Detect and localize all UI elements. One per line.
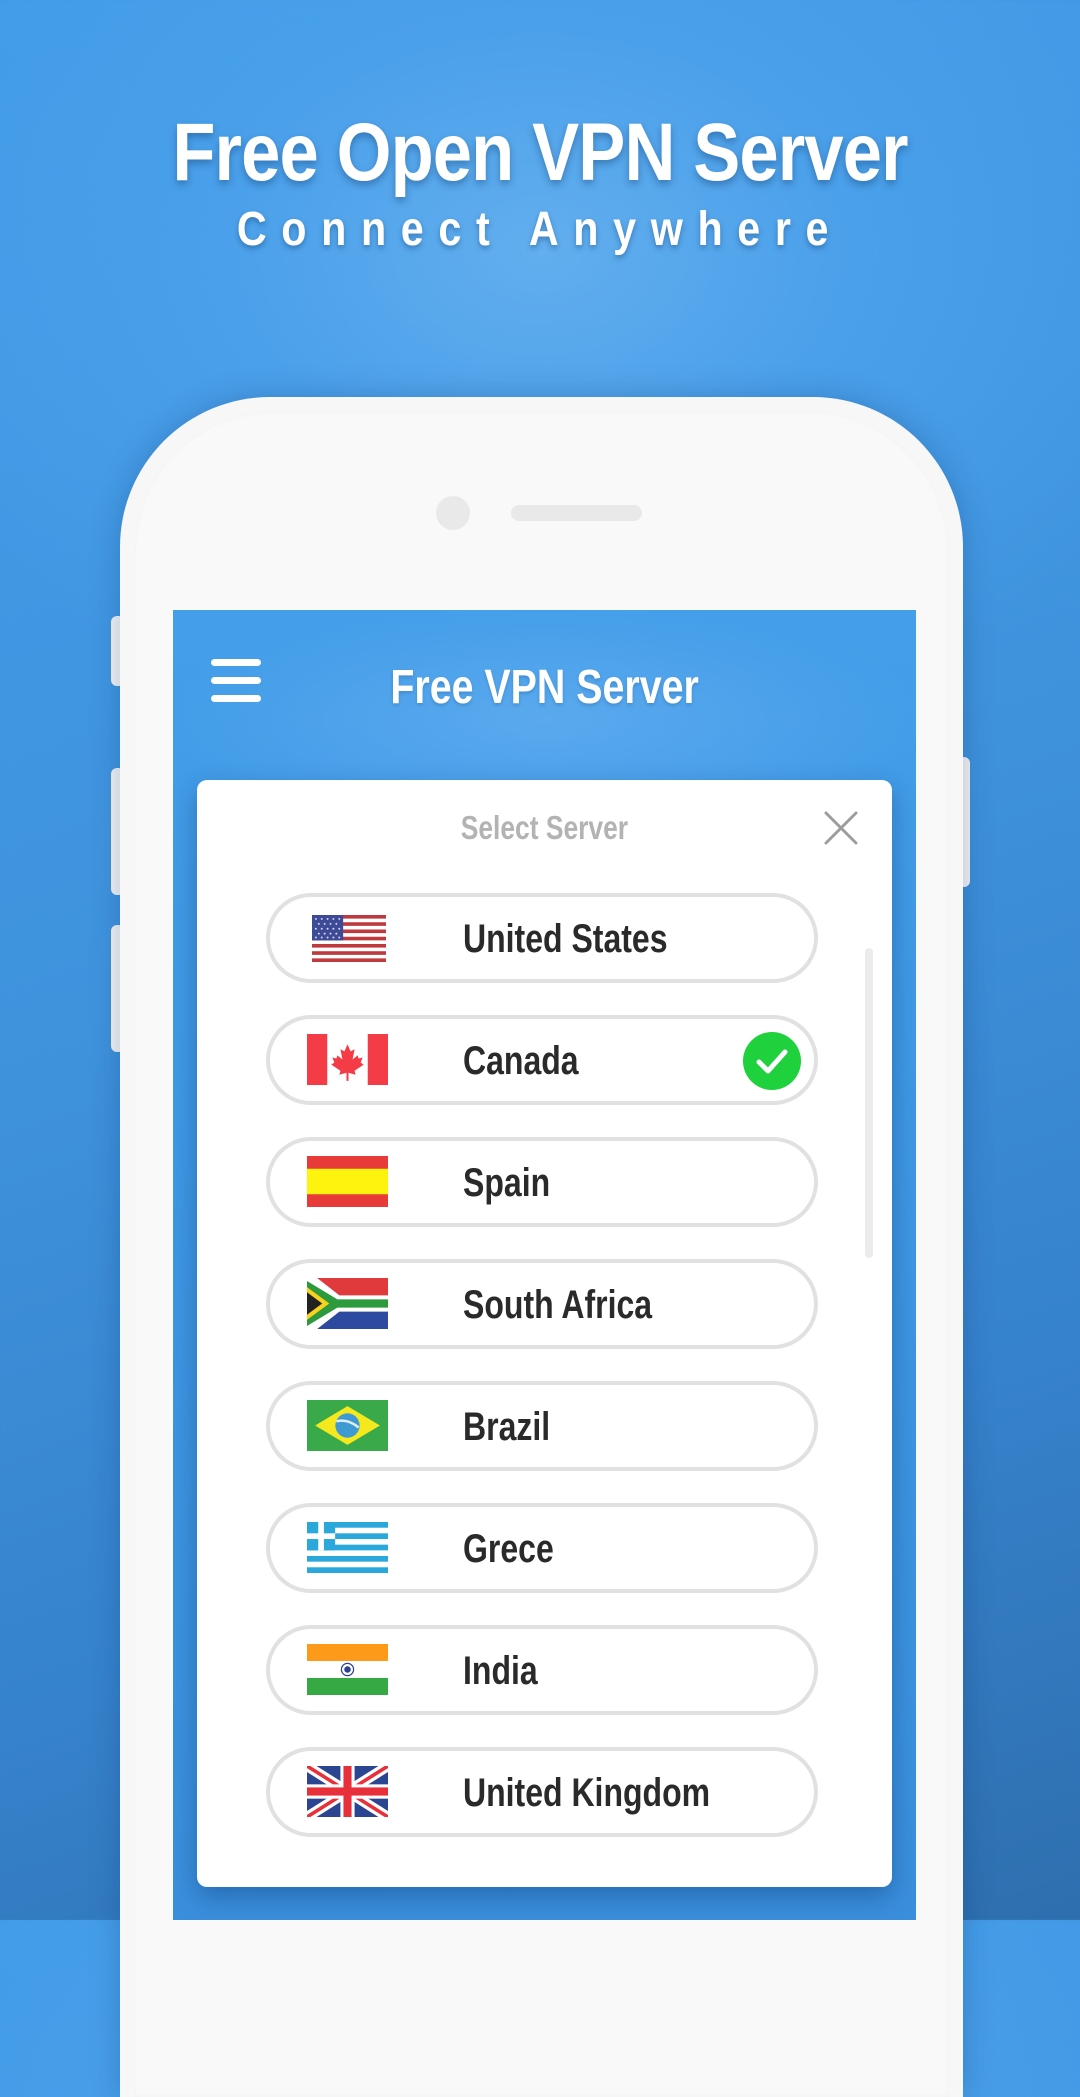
selected-check-icon: [743, 1032, 801, 1090]
earpiece-speaker: [511, 505, 642, 521]
front-camera-icon: [436, 496, 470, 530]
promo-subline: Connect Anywhere: [236, 203, 844, 256]
select-server-dialog: Select Server United States Canada Spain…: [197, 780, 892, 1887]
server-item-canada[interactable]: Canada: [266, 1015, 818, 1105]
us-flag-icon: [312, 915, 386, 962]
server-item-south-africa[interactable]: South Africa: [266, 1259, 818, 1349]
server-list-scrollbar[interactable]: [865, 948, 873, 1258]
close-icon[interactable]: [823, 810, 859, 846]
server-item-india[interactable]: India: [266, 1625, 818, 1715]
app-title: Free VPN Server: [390, 661, 699, 714]
server-country-label: Canada: [463, 1039, 579, 1083]
south-africa-flag-icon: [307, 1278, 388, 1329]
server-item-united-kingdom[interactable]: United Kingdom: [266, 1747, 818, 1837]
india-flag-icon: [307, 1644, 388, 1695]
brazil-flag-icon: [307, 1400, 388, 1451]
server-item-brazil[interactable]: Brazil: [266, 1381, 818, 1471]
server-country-label: Spain: [463, 1161, 551, 1205]
app-screen: Free VPN Server Select Server United Sta…: [173, 610, 916, 1920]
server-country-label: Grece: [463, 1527, 554, 1571]
server-country-label: United States: [463, 917, 668, 961]
spain-flag-icon: [307, 1156, 388, 1207]
server-item-greece[interactable]: Grece: [266, 1503, 818, 1593]
promo-headline: Free Open VPN Server: [172, 107, 908, 198]
greece-flag-icon: [307, 1522, 388, 1573]
server-item-united-states[interactable]: United States: [266, 893, 818, 983]
server-country-label: South Africa: [463, 1283, 653, 1327]
uk-flag-icon: [307, 1766, 388, 1817]
canada-flag-icon: [307, 1034, 388, 1085]
server-item-spain[interactable]: Spain: [266, 1137, 818, 1227]
server-country-label: United Kingdom: [463, 1771, 711, 1815]
server-country-label: Brazil: [463, 1405, 551, 1449]
dialog-title: Select Server: [460, 809, 629, 846]
server-country-label: India: [463, 1649, 538, 1693]
